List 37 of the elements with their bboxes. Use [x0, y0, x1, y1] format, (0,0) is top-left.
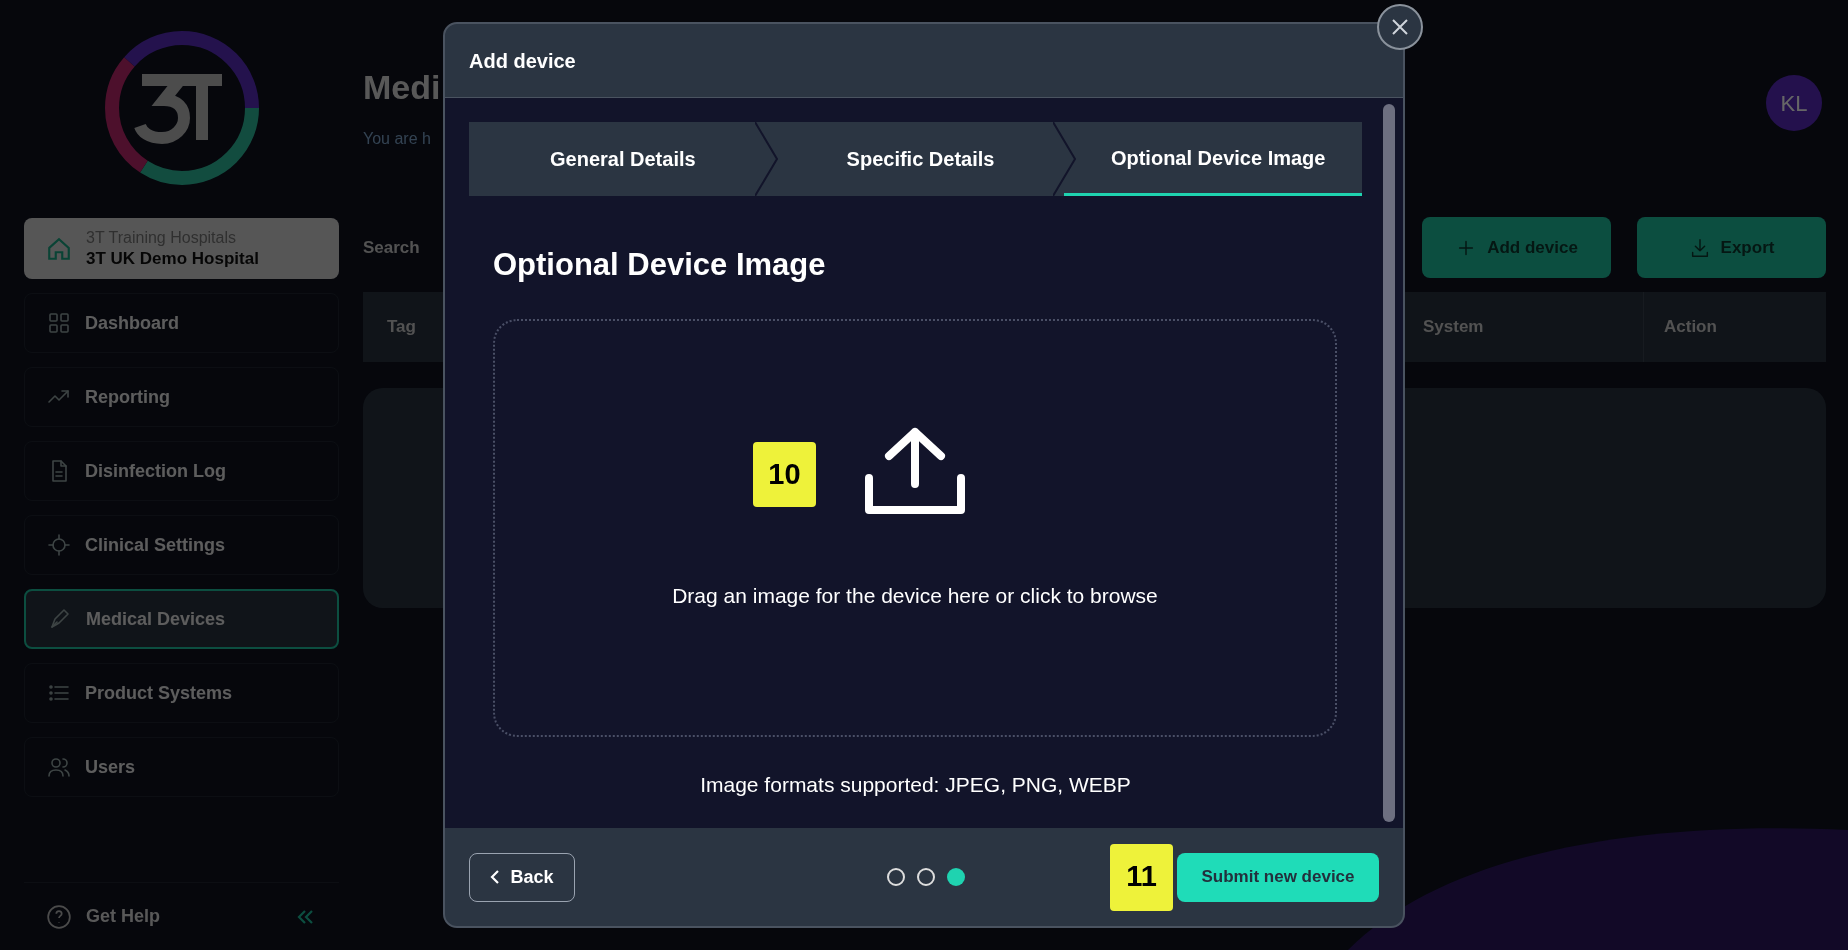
nav-item[interactable]: Clinical Settings: [24, 515, 339, 575]
nav-item[interactable]: Users: [24, 737, 339, 797]
callout-badge: 10: [753, 442, 816, 507]
home-icon: [46, 235, 72, 262]
formats-note: Image formats supported: JPEG, PNG, WEBP: [699, 771, 1132, 798]
step-tab[interactable]: Optional Device Image: [1064, 122, 1362, 196]
help-icon: [46, 903, 72, 930]
dropzone-text: Drag an image for the device here or click to browse: [672, 582, 1158, 609]
nav-item[interactable]: Medical Devices: [24, 589, 339, 649]
target-icon: [47, 533, 71, 557]
scrollbar[interactable]: [1383, 104, 1395, 822]
page-title: Medi: [363, 67, 441, 108]
callout-badge: 11: [1110, 843, 1173, 911]
back-button[interactable]: Back: [469, 852, 575, 902]
nav-item[interactable]: Dashboard: [24, 293, 339, 353]
column-header: Action: [1643, 292, 1826, 362]
nav-item[interactable]: Reporting: [24, 367, 339, 427]
close-button[interactable]: [1377, 4, 1423, 50]
step-tab[interactable]: Specific Details: [766, 122, 1065, 196]
section-heading: Optional Device Image: [493, 246, 827, 284]
step-tab[interactable]: General Details: [469, 122, 767, 196]
close-icon: [1391, 18, 1409, 36]
pen-icon: [48, 607, 72, 631]
user-avatar[interactable]: KL: [1766, 75, 1822, 131]
chevron-left-icon: [490, 869, 501, 885]
search-label: Search: [363, 236, 420, 259]
grid-icon: [47, 311, 71, 335]
page-subtitle: You are h: [363, 129, 432, 149]
submit-button[interactable]: Submit new device: [1177, 852, 1379, 902]
users-icon: [47, 755, 71, 779]
modal-title: Add device: [469, 48, 576, 74]
help-link[interactable]: Get Help: [86, 903, 160, 930]
nav-item[interactable]: Product Systems: [24, 663, 339, 723]
hospital-name: 3T UK Demo Hospital: [86, 247, 259, 270]
column-header: System: [1422, 316, 1485, 339]
column-header: Tag: [386, 316, 417, 339]
nav-item[interactable]: Disinfection Log: [24, 441, 339, 501]
